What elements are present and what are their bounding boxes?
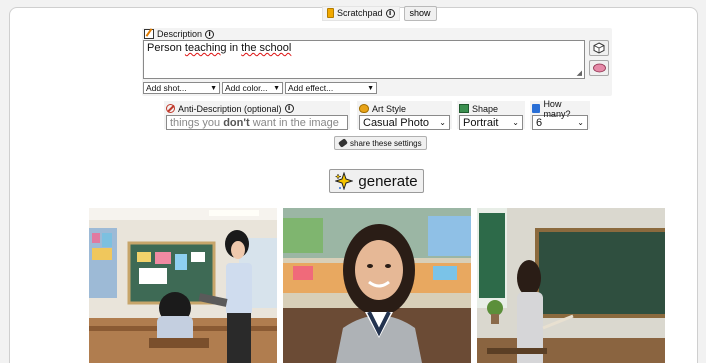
anti-description-input[interactable]: things you don't want in the image (166, 115, 348, 130)
eraser-icon (592, 63, 606, 73)
chevron-down-icon: ⌄ (512, 118, 519, 127)
classroom-teacher-image (89, 208, 277, 363)
chevron-down-icon: ▼ (273, 84, 280, 92)
description-text-part: teaching (184, 42, 227, 54)
shape-value: Portrait (463, 116, 499, 129)
description-label-text: Description (157, 29, 203, 39)
anti-description-section: Anti-Description (optional) i things you… (164, 101, 350, 130)
description-section: Description i Person teaching in the sch… (142, 28, 612, 96)
scratchpad-toggle[interactable]: Scratchpad i (322, 5, 400, 21)
chevron-down-icon: ▼ (210, 84, 217, 92)
add-shot-select[interactable]: Add shot... ▼ (143, 82, 220, 94)
number-icon (532, 104, 541, 113)
shape-select[interactable]: Portrait ⌄ (459, 115, 523, 130)
description-textarea[interactable]: Person teaching in the school ◢ (143, 40, 585, 79)
share-settings-button[interactable]: share these settings (334, 136, 427, 150)
show-button[interactable]: show (403, 5, 437, 21)
shape-label-text: Shape (472, 103, 499, 114)
info-icon[interactable]: i (284, 104, 294, 113)
description-modifiers: Add shot... ▼ Add color... ▼ Add effect...… (143, 82, 377, 94)
generated-image-1[interactable] (89, 208, 277, 363)
how-many-section: How many? 6 ⌄ (530, 99, 590, 130)
prohibited-icon (166, 104, 175, 113)
smiling-student-image (283, 208, 471, 363)
scratchpad-bar: Scratchpad i show (322, 5, 437, 21)
how-many-label-text: How many? (543, 98, 571, 119)
art-style-select[interactable]: Casual Photo ⌄ (359, 115, 450, 130)
chevron-down-icon: ⌄ (439, 118, 446, 127)
chevron-down-icon: ▼ (367, 84, 374, 92)
dice-icon (593, 42, 605, 54)
generate-label: generate (358, 172, 418, 190)
sparkles-icon (335, 172, 354, 190)
art-style-section: Art Style Casual Photo ⌄ (357, 101, 452, 130)
tag-icon (338, 138, 348, 148)
add-effect-label: Add effect... (288, 83, 334, 93)
placeholder-part: want in the image (249, 116, 339, 129)
art-style-value: Casual Photo (363, 116, 430, 129)
description-text-part: the school (241, 42, 292, 54)
resize-handle-icon[interactable]: ◢ (577, 69, 582, 77)
description-text-part: in (226, 42, 242, 54)
art-style-label-text: Art Style (372, 103, 407, 114)
description-text-part: Person (147, 42, 185, 54)
info-icon[interactable]: i (385, 8, 395, 18)
palette-icon (359, 104, 369, 113)
anti-description-placeholder: things you don't want in the image (170, 117, 339, 129)
teacher-chalkboard-image (477, 208, 665, 363)
add-effect-select[interactable]: Add effect... ▼ (285, 82, 377, 94)
dice-button[interactable] (589, 40, 609, 56)
notepad-icon (327, 8, 334, 18)
generated-image-2[interactable] (283, 208, 471, 363)
anti-description-label-text: Anti-Description (optional) (178, 103, 282, 114)
how-many-value: 6 (536, 116, 543, 129)
edit-note-icon (144, 29, 154, 39)
picture-icon (459, 104, 469, 113)
add-shot-label: Add shot... (146, 83, 187, 93)
generate-button[interactable]: generate (329, 169, 424, 193)
art-style-label: Art Style (359, 103, 450, 114)
eraser-button[interactable] (589, 60, 609, 76)
description-label: Description i (144, 29, 215, 39)
anti-description-label: Anti-Description (optional) i (166, 103, 348, 114)
share-settings-label: share these settings (350, 138, 422, 148)
generated-image-3[interactable] (477, 208, 665, 363)
scratchpad-label: Scratchpad (337, 8, 383, 18)
placeholder-part: don't (223, 116, 250, 129)
chevron-down-icon: ⌄ (577, 118, 584, 127)
info-icon[interactable]: i (205, 29, 215, 39)
shape-section: Shape Portrait ⌄ (457, 101, 525, 130)
add-color-select[interactable]: Add color... ▼ (222, 82, 283, 94)
placeholder-part: things you (170, 116, 224, 129)
how-many-label: How many? (532, 99, 588, 119)
shape-label: Shape (459, 103, 523, 114)
add-color-label: Add color... (225, 83, 268, 93)
